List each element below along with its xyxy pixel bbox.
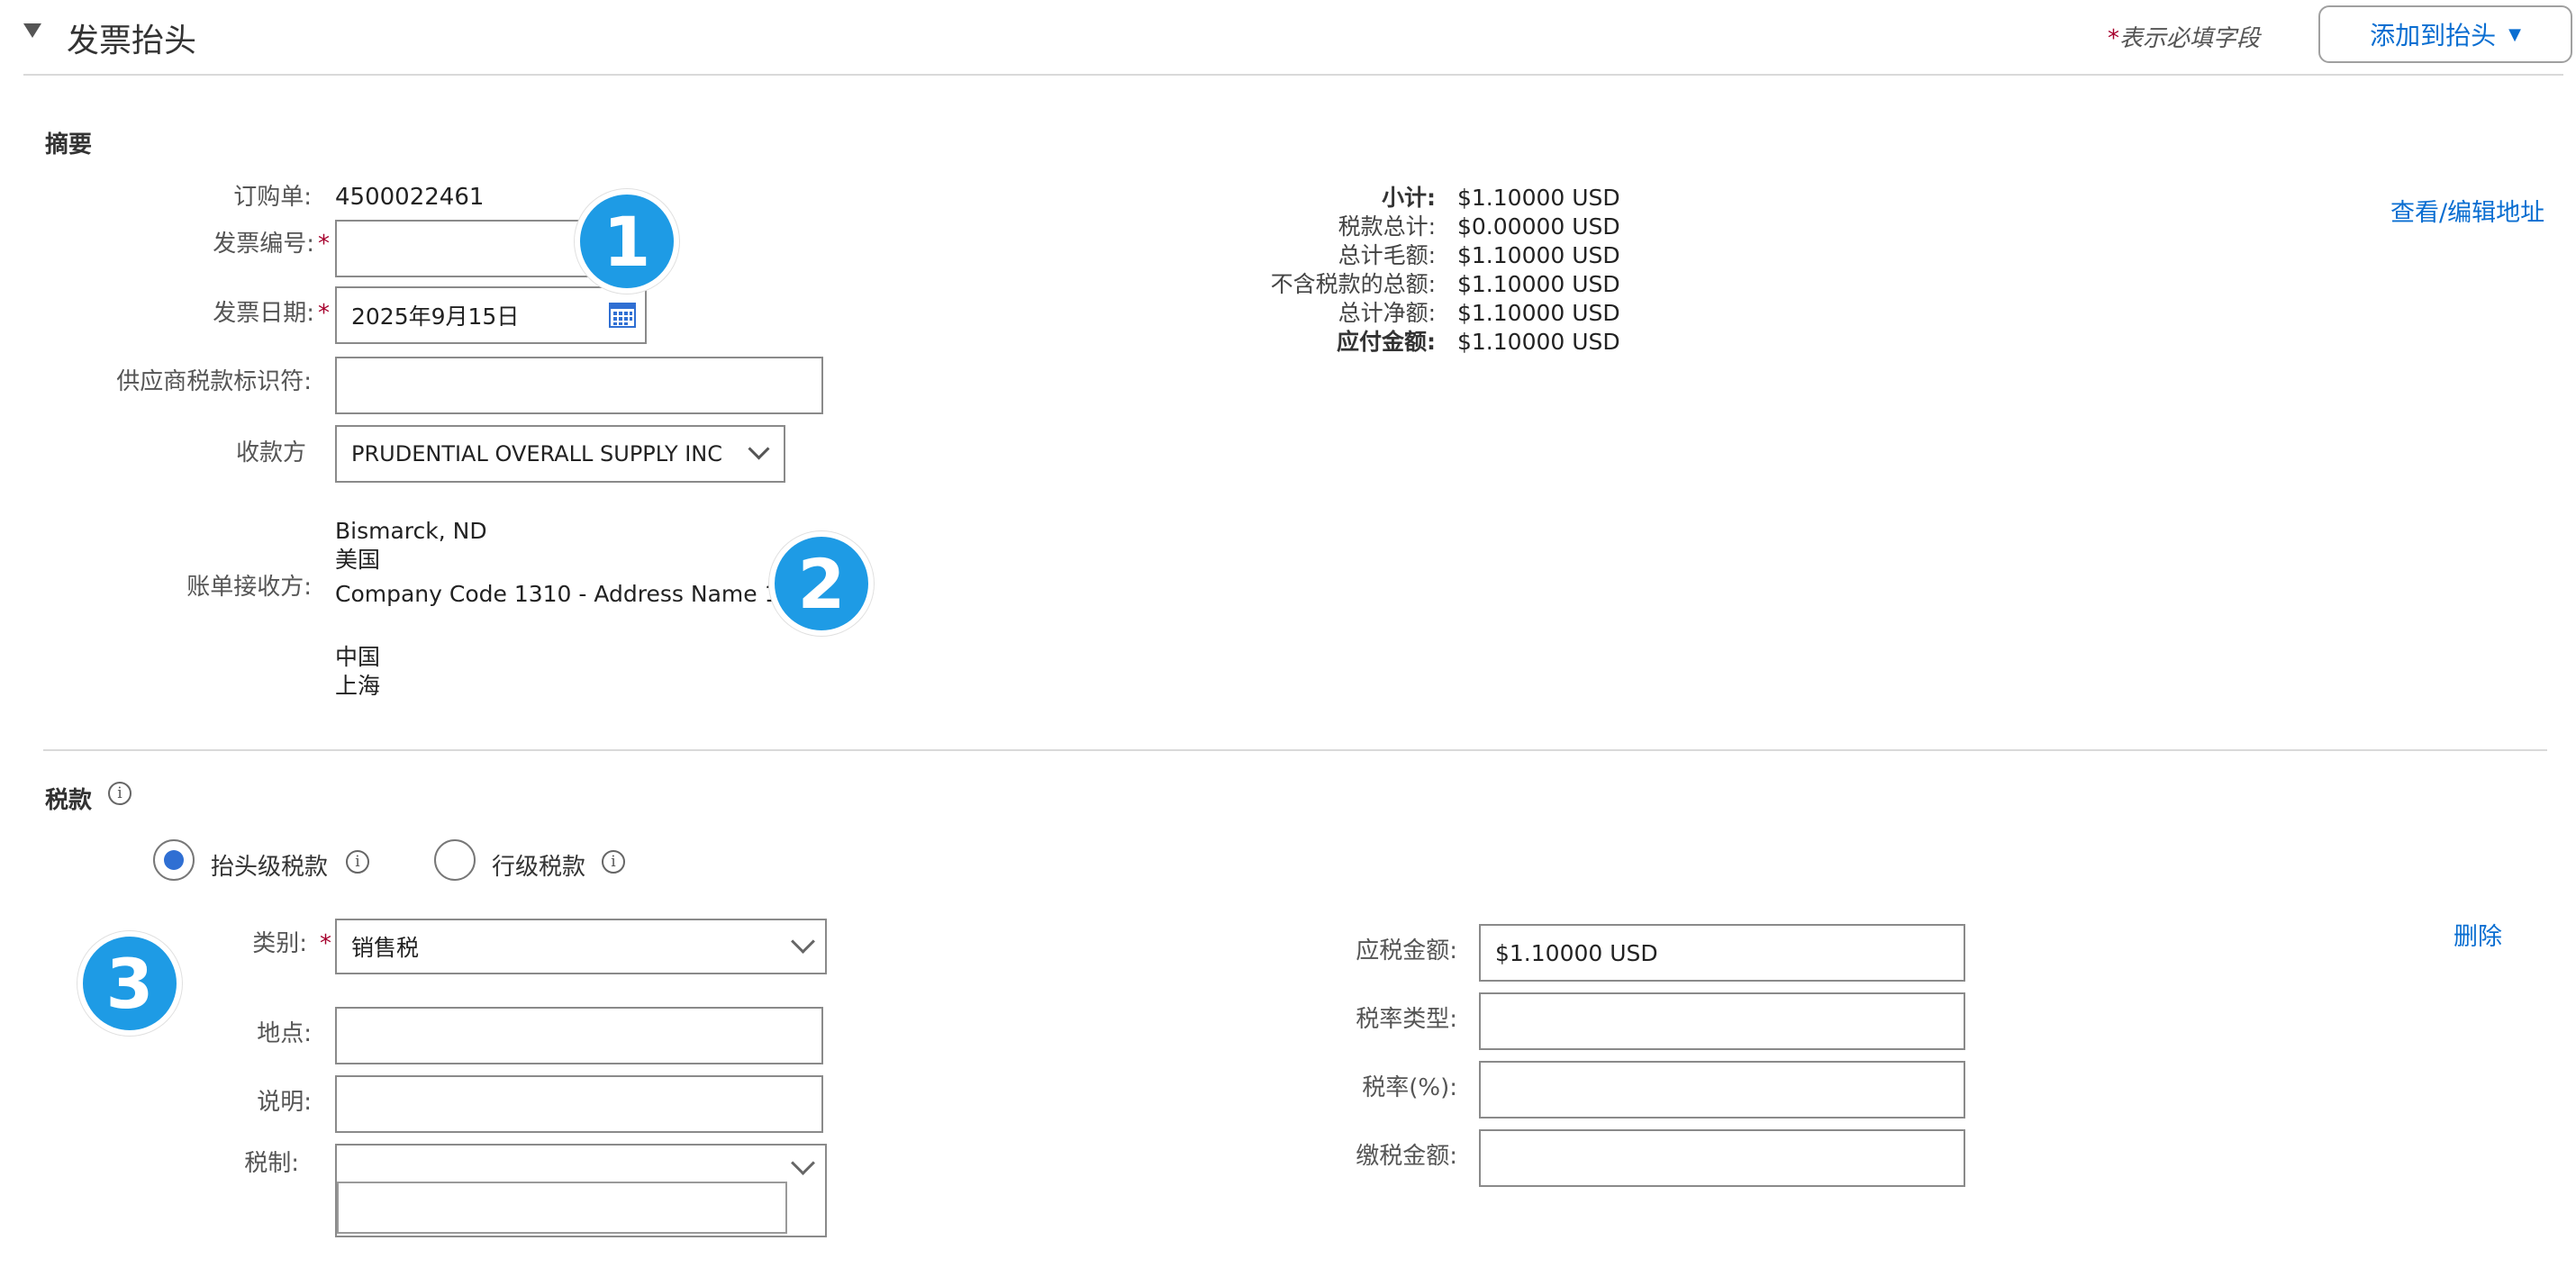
subtotal-value: $1.10000 USD bbox=[1457, 185, 1620, 211]
bill-to-label: 账单接收方: bbox=[186, 574, 312, 601]
category-select[interactable]: 销售税 bbox=[335, 919, 827, 974]
info-icon[interactable]: i bbox=[602, 850, 625, 874]
address-line: Bismarck, ND bbox=[335, 518, 487, 544]
line-level-tax-label: 行级税款 bbox=[492, 854, 586, 881]
tax-rate-type-input[interactable] bbox=[1479, 992, 1965, 1050]
tax-total-label: 税款总计: bbox=[1338, 213, 1436, 240]
required-marker: * bbox=[318, 231, 330, 258]
header-level-tax-label: 抬头级税款 bbox=[211, 854, 329, 881]
po-value: 4500022461 bbox=[335, 184, 485, 211]
header-divider bbox=[23, 74, 2563, 76]
address-line: 美国 bbox=[335, 547, 381, 573]
tax-rate-type-label: 税率类型: bbox=[1356, 1006, 1457, 1033]
po-label: 订购单: bbox=[233, 184, 312, 211]
tax-rate-input[interactable] bbox=[1479, 1061, 1965, 1119]
delete-link[interactable]: 删除 bbox=[2454, 917, 2502, 952]
tax-regime-dropdown-list[interactable] bbox=[337, 1182, 787, 1234]
callout-badge-3: 3 bbox=[77, 931, 182, 1036]
header-level-tax-radio[interactable] bbox=[153, 839, 195, 881]
required-note: *表示必填字段 bbox=[2108, 20, 2260, 53]
dropdown-arrow-icon: ▼ bbox=[2508, 24, 2521, 44]
supplier-tax-id-input[interactable] bbox=[335, 357, 823, 414]
invoice-date-label: 发票日期: * bbox=[90, 299, 330, 328]
required-star: * bbox=[2108, 25, 2119, 52]
description-input[interactable] bbox=[335, 1075, 823, 1133]
collapse-icon[interactable] bbox=[23, 23, 41, 38]
required-marker: * bbox=[320, 930, 331, 957]
add-to-header-label: 添加到抬头 bbox=[2370, 21, 2497, 50]
gross-total-value: $1.10000 USD bbox=[1457, 242, 1620, 268]
callout-badge-2: 2 bbox=[769, 531, 874, 636]
address-line: Company Code 1310 - Address Name 1 bbox=[335, 581, 779, 607]
location-label: 地点: bbox=[257, 1020, 312, 1047]
net-total-value: $1.10000 USD bbox=[1457, 300, 1620, 326]
info-icon[interactable]: i bbox=[346, 850, 369, 874]
supplier-tax-id-label: 供应商税款标识符: bbox=[116, 368, 312, 395]
gross-total-label: 总计毛额: bbox=[1338, 242, 1436, 268]
net-total-label: 总计净额: bbox=[1338, 300, 1436, 326]
tax-rate-label: 税率(%): bbox=[1362, 1074, 1457, 1101]
tax-title: 税款 bbox=[45, 787, 93, 814]
required-marker: * bbox=[318, 300, 330, 327]
tax-amount-input[interactable] bbox=[1479, 1129, 1965, 1187]
required-note-text: 表示必填字段 bbox=[2119, 25, 2261, 52]
subtotal-label: 小计: bbox=[1382, 185, 1436, 211]
payee-value: PRUDENTIAL OVERALL SUPPLY INC bbox=[351, 441, 723, 466]
line-level-tax-radio[interactable] bbox=[434, 839, 476, 881]
taxable-amount-label: 应税金额: bbox=[1356, 937, 1457, 965]
tax-amount-label: 缴税金额: bbox=[1356, 1143, 1457, 1170]
amount-due-value: $1.10000 USD bbox=[1457, 329, 1620, 355]
summary-divider bbox=[43, 749, 2547, 751]
category-value: 销售税 bbox=[351, 935, 420, 961]
location-input[interactable] bbox=[335, 1007, 823, 1064]
invoice-number-label: 发票编号: * bbox=[90, 230, 330, 258]
category-label-text: 类别: bbox=[252, 930, 307, 957]
calendar-icon[interactable] bbox=[609, 301, 636, 328]
payee-select[interactable]: PRUDENTIAL OVERALL SUPPLY INC bbox=[335, 425, 785, 483]
payee-label: 收款方 bbox=[235, 439, 306, 466]
category-label: 类别: * bbox=[180, 929, 331, 958]
bill-to-address: Bismarck, ND 美国 Company Code 1310 - Addr… bbox=[335, 517, 778, 701]
tax-total-value: $0.00000 USD bbox=[1457, 213, 1620, 240]
callout-badge-1: 1 bbox=[575, 189, 679, 294]
address-line: 中国 bbox=[335, 644, 381, 670]
add-to-header-button[interactable]: 添加到抬头 ▼ bbox=[2318, 5, 2572, 63]
tax-regime-label: 税制: bbox=[244, 1150, 299, 1177]
total-excl-tax-value: $1.10000 USD bbox=[1457, 271, 1620, 297]
invoice-date-value: 2025年9月15日 bbox=[351, 303, 520, 330]
invoice-date-label-text: 发票日期: bbox=[213, 300, 314, 327]
address-line: 上海 bbox=[335, 673, 381, 699]
view-edit-address-link[interactable]: 查看/编辑地址 bbox=[2390, 193, 2544, 228]
description-label: 说明: bbox=[257, 1089, 312, 1116]
amount-due-label: 应付金额: bbox=[1337, 329, 1436, 355]
invoice-date-field[interactable]: 2025年9月15日 bbox=[335, 286, 647, 344]
address-line bbox=[335, 609, 778, 643]
page-title: 发票抬头 bbox=[67, 23, 197, 59]
invoice-number-label-text: 发票编号: bbox=[213, 231, 314, 258]
info-icon[interactable]: i bbox=[108, 782, 132, 805]
taxable-amount-input[interactable] bbox=[1479, 924, 1965, 982]
total-excl-tax-label: 不含税款的总额: bbox=[1270, 271, 1436, 297]
summary-title: 摘要 bbox=[45, 131, 93, 158]
